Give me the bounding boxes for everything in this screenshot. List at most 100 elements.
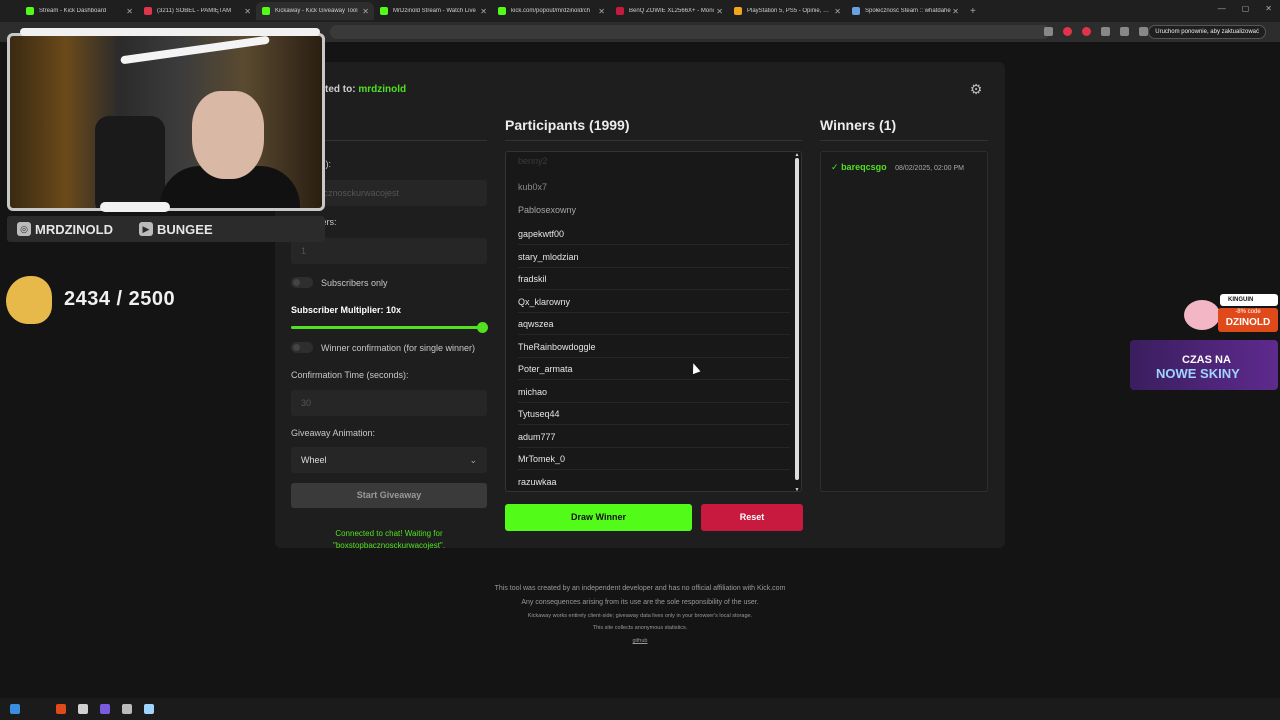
- browser-tab[interactable]: Społeczność Steam :: whatdahe ✕: [846, 2, 964, 20]
- winner-confirmation-toggle[interactable]: [291, 342, 313, 353]
- extension-icon[interactable]: [1101, 27, 1110, 36]
- app-icon[interactable]: [122, 704, 132, 714]
- winner-name: bareqcsgo: [841, 162, 887, 172]
- status-line: "boxstopbacznosckurwacojest".: [333, 541, 445, 550]
- participant-row: Poter_armata: [518, 358, 790, 380]
- scrollbar[interactable]: ▲ ▼: [794, 152, 800, 491]
- window-controls: — ▢ ✕: [1218, 4, 1272, 13]
- extension-icons: [1044, 27, 1148, 36]
- close-tab-icon[interactable]: ✕: [244, 7, 251, 16]
- horse-icon: [6, 276, 52, 324]
- close-tab-icon[interactable]: ✕: [362, 7, 369, 16]
- subscribers-only-toggle[interactable]: [291, 277, 313, 288]
- favicon-icon: [734, 7, 742, 15]
- kinguin-promo: KINGUIN -8% code DZINOLD: [1180, 290, 1278, 334]
- scroll-thumb[interactable]: [795, 158, 799, 480]
- gear-icon[interactable]: ⚙: [968, 81, 984, 97]
- browser-tab[interactable]: Stream - Kick Dashboard ✕: [20, 2, 138, 20]
- promo-code: DZINOLD: [1225, 317, 1271, 328]
- start-icon[interactable]: [10, 704, 20, 714]
- chevron-down-icon: ⌄: [469, 455, 477, 465]
- instagram-icon: ◎: [17, 222, 31, 236]
- new-tab-button[interactable]: +: [970, 6, 976, 17]
- github-link[interactable]: github: [380, 634, 900, 648]
- star-icon[interactable]: [1044, 27, 1053, 36]
- social-handle: MRDZINOLD: [35, 221, 113, 237]
- participant-row: adum777: [518, 426, 790, 448]
- close-window-icon[interactable]: ✕: [1265, 4, 1272, 13]
- draw-winner-button[interactable]: Draw Winner: [505, 504, 692, 531]
- slider-fill: [291, 326, 483, 329]
- page-footer: This tool was created by an independent …: [380, 582, 900, 648]
- participant-row: benny2: [518, 156, 548, 166]
- snow-decoration: [20, 28, 320, 36]
- participant-row: michao: [518, 381, 790, 403]
- promo-line: CZAS NA: [1182, 354, 1231, 366]
- browser-tab[interactable]: MrDzinold Stream - Watch Live ✕: [374, 2, 492, 20]
- animation-select[interactable]: Wheel ⌄: [291, 447, 487, 473]
- puzzle-icon[interactable]: [1120, 27, 1129, 36]
- participant-row: kub0x7: [518, 182, 548, 192]
- confirmation-time-input[interactable]: 30: [291, 390, 487, 416]
- winners-title: Winners (1): [820, 117, 897, 133]
- minimize-icon[interactable]: —: [1218, 4, 1226, 13]
- browser-tab[interactable]: kick.com/popout/mrdzinold/ch ✕: [492, 2, 610, 20]
- winners-list: ✓ bareqcsgo 08/02/2025, 02:00 PM: [820, 151, 988, 492]
- tab-title: Społeczność Steam :: whatdahe: [865, 8, 951, 14]
- tab-title: Kickaway - Kick Giveaway Tool: [275, 8, 358, 14]
- start-giveaway-button[interactable]: Start Giveaway: [291, 483, 487, 508]
- channel-name: mrdzinold: [358, 84, 407, 95]
- webcam-person-head: [192, 91, 264, 179]
- browser-icon[interactable]: [56, 704, 66, 714]
- animation-label: Giveaway Animation:: [291, 428, 376, 438]
- winner-item: ✓ bareqcsgo 08/02/2025, 02:00 PM: [831, 162, 981, 173]
- browser-tab[interactable]: (3211) SOBEL - PAMIĘTAM ✕: [138, 2, 256, 20]
- close-tab-icon[interactable]: ✕: [834, 7, 841, 16]
- browser-tab[interactable]: BenQ ZOWIE XL2566X+ - Moni ✕: [610, 2, 728, 20]
- favicon-icon: [852, 7, 860, 15]
- giveaway-card: ted to: mrdzinold ⚙ ngs (optional): topb…: [275, 62, 1005, 550]
- app-icon[interactable]: [78, 704, 88, 714]
- extension-icon[interactable]: [1063, 27, 1072, 36]
- winner-confirmation-label: Winner confirmation (for single winner): [321, 343, 476, 353]
- snow-decoration: [100, 202, 170, 212]
- social-instagram: ◎ MRDZINOLD: [17, 222, 113, 237]
- social-bar: ◎ MRDZINOLD ▶ BUNGEE: [7, 216, 325, 242]
- reset-button[interactable]: Reset: [701, 504, 803, 531]
- favicon-icon: [262, 7, 270, 15]
- close-tab-icon[interactable]: ✕: [480, 7, 487, 16]
- close-tab-icon[interactable]: ✕: [598, 7, 605, 16]
- close-tab-icon[interactable]: ✕: [126, 7, 133, 16]
- favicon-icon: [26, 7, 34, 15]
- participant-row: TheRainbowdoggle: [518, 336, 790, 358]
- app-icon[interactable]: [144, 704, 154, 714]
- subscribers-only-label: Subscribers only: [321, 278, 388, 288]
- url-input[interactable]: [330, 25, 1050, 39]
- taskbar: [0, 698, 1280, 720]
- scroll-down-icon[interactable]: ▼: [794, 487, 800, 491]
- check-icon: ✓: [831, 162, 839, 172]
- maximize-icon[interactable]: ▢: [1242, 4, 1250, 13]
- discord-icon[interactable]: [100, 704, 110, 714]
- participant-row: Pablosexowny: [518, 205, 577, 215]
- webcam-feed: [7, 33, 325, 211]
- connection-status: Connected to chat! Waiting for "boxstopb…: [291, 528, 487, 552]
- extension-icon[interactable]: [1082, 27, 1091, 36]
- update-button[interactable]: Uruchom ponownie, aby zaktualizować: [1148, 25, 1266, 39]
- confirmation-time-label: Confirmation Time (seconds):: [291, 370, 409, 380]
- winner-time: 08/02/2025, 02:00 PM: [895, 165, 964, 172]
- browser-tab[interactable]: PlayStation 5, PS5 - Opinie, Cen ✕: [728, 2, 846, 20]
- footer-disclaimer: Any consequences arising from its use ar…: [521, 599, 759, 606]
- multiplier-slider[interactable]: [291, 322, 488, 333]
- favicon-icon: [144, 7, 152, 15]
- close-tab-icon[interactable]: ✕: [716, 7, 723, 16]
- participant-row: fradskil: [518, 268, 790, 290]
- follower-counter: 2434 / 2500: [64, 288, 176, 310]
- footer-note: This site collects anonymous statistics.: [592, 625, 688, 631]
- webcam-light: [120, 36, 270, 65]
- participants-list[interactable]: ▲ ▼ benny2 kub0x7 Pablosexowny gapekwtf00 st…: [505, 151, 802, 492]
- close-tab-icon[interactable]: ✕: [952, 7, 959, 16]
- slider-thumb[interactable]: [477, 322, 488, 333]
- profile-icon[interactable]: [1139, 27, 1148, 36]
- browser-tab[interactable]: Kickaway - Kick Giveaway Tool ✕: [256, 2, 374, 20]
